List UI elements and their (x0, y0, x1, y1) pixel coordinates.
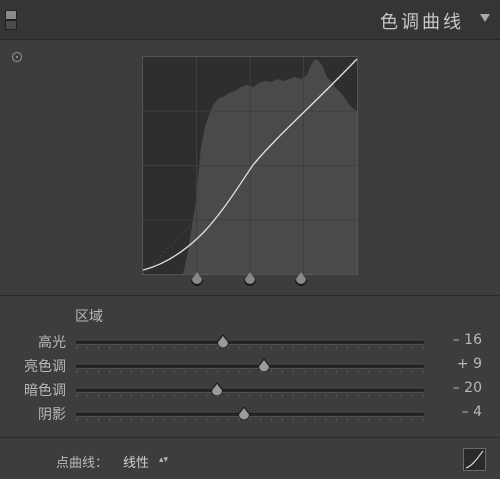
curve-edit-icon[interactable] (463, 448, 486, 471)
panel-title: 色调曲线 (380, 12, 464, 33)
slider-ticks (76, 370, 424, 373)
toggle-bottom (5, 20, 17, 30)
triangle-down-icon[interactable] (480, 14, 490, 22)
tone-curve-panel: 色调曲线 区域 高光 – 16 亮色调 + 9 暗色调 – 20 阴影 – 4 … (0, 0, 500, 479)
slider-value[interactable]: – 16 (453, 332, 482, 348)
region-handle-highlights[interactable] (294, 268, 308, 286)
tone-curve-svg (143, 57, 357, 274)
curve-edit-glyph (465, 450, 484, 469)
region-section-label: 区域 (75, 309, 103, 325)
region-handle-midtones[interactable] (243, 268, 257, 286)
slider-label: 高光 (38, 335, 66, 351)
slider-thumb[interactable] (237, 406, 251, 422)
slider-thumb[interactable] (210, 382, 224, 398)
panel-toggle-icon[interactable] (5, 10, 17, 30)
slider-label: 亮色调 (24, 359, 66, 375)
slider-darks: 暗色调 – 20 (0, 378, 500, 402)
slider-highlights: 高光 – 16 (0, 330, 500, 354)
slider-track[interactable] (76, 389, 424, 393)
section-divider (0, 295, 500, 296)
slider-lights: 亮色调 + 9 (0, 354, 500, 378)
slider-shadows: 阴影 – 4 (0, 402, 500, 426)
slider-value[interactable]: + 9 (457, 356, 482, 372)
target-adjust-icon[interactable] (12, 52, 22, 62)
point-curve-label: 点曲线： (56, 456, 109, 471)
slider-label: 暗色调 (24, 383, 66, 399)
tone-curve-graph[interactable] (142, 56, 358, 275)
region-handle-shadows[interactable] (190, 268, 204, 286)
slider-ticks (76, 346, 424, 349)
slider-thumb[interactable] (216, 334, 230, 350)
region-split-handles (142, 268, 358, 286)
slider-track[interactable] (76, 341, 424, 345)
select-caret-icon[interactable]: ▴▾ (159, 455, 168, 465)
panel-header[interactable]: 色调曲线 (0, 0, 500, 40)
point-curve-select[interactable]: 线性 (123, 452, 149, 471)
slider-thumb[interactable] (257, 358, 271, 374)
slider-value[interactable]: – 20 (453, 380, 482, 396)
slider-track[interactable] (76, 365, 424, 369)
slider-label: 阴影 (38, 407, 66, 423)
slider-ticks (76, 394, 424, 397)
footer-divider (0, 437, 500, 438)
slider-value[interactable]: – 4 (462, 404, 482, 420)
toggle-top (5, 10, 17, 20)
